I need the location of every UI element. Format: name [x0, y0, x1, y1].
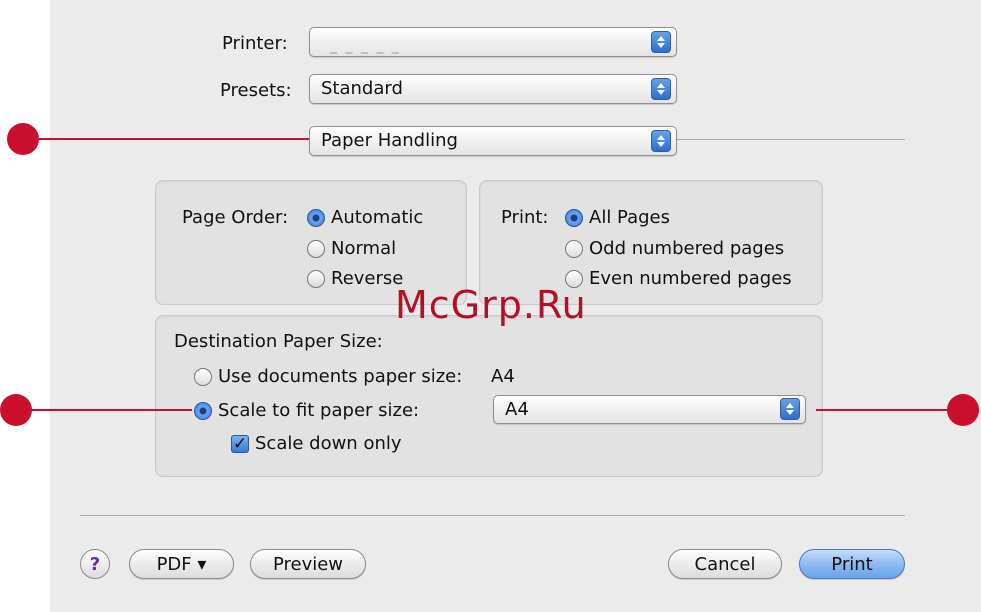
scale-to-fit-radio[interactable]: Scale to fit paper size: — [194, 400, 419, 421]
radio-label: Scale to fit paper size: — [218, 400, 420, 421]
scale-down-only-checkbox[interactable]: ✓ Scale down only — [231, 433, 402, 454]
panel-selector-value: Paper Handling — [321, 130, 458, 151]
print-even-pages-radio[interactable]: Even numbered pages — [565, 268, 792, 289]
preview-button-label: Preview — [272, 553, 344, 575]
panel-divider-line — [677, 139, 905, 140]
presets-label: Presets: — [220, 80, 292, 101]
radio-label: Odd numbered pages — [589, 238, 785, 259]
radio-selected-icon — [565, 208, 583, 227]
page-order-automatic-radio[interactable]: Automatic — [307, 207, 423, 228]
radio-selected-icon — [307, 208, 325, 227]
cancel-button-label: Cancel — [694, 553, 756, 575]
callout-line-left-bottom — [22, 409, 192, 411]
printer-popup[interactable]: _ _ _ _ _ — [309, 27, 677, 57]
print-all-pages-radio[interactable]: All Pages — [565, 207, 670, 228]
radio-label: Use documents paper size: — [218, 366, 463, 387]
radio-icon — [565, 239, 583, 258]
radio-label: Normal — [331, 238, 397, 259]
radio-label: Automatic — [331, 207, 424, 228]
pdf-button-label: PDF ▾ — [156, 553, 207, 575]
callout-dot-right — [947, 394, 979, 426]
cancel-button[interactable]: Cancel — [668, 549, 782, 579]
callout-line-left-top — [30, 138, 309, 140]
popup-arrows-icon — [651, 78, 671, 100]
use-documents-paper-size-value: A4 — [491, 366, 515, 387]
callout-line-right — [816, 409, 956, 411]
scale-paper-size-value: A4 — [505, 399, 529, 420]
popup-arrows-icon — [651, 130, 671, 152]
print-button[interactable]: Print — [799, 549, 905, 579]
radio-icon — [307, 269, 325, 288]
printer-redacted-value: _ _ _ _ _ — [330, 38, 401, 54]
radio-label: Even numbered pages — [589, 268, 792, 289]
pdf-menu-button[interactable]: PDF ▾ — [129, 549, 234, 579]
radio-label: All Pages — [589, 207, 670, 228]
scale-paper-size-popup[interactable]: A4 — [493, 395, 806, 424]
radio-selected-icon — [194, 401, 212, 420]
print-button-label: Print — [831, 553, 873, 575]
help-button[interactable]: ? — [80, 549, 110, 579]
bottom-separator — [80, 515, 905, 516]
watermark-text: McGrp.Ru — [395, 283, 587, 327]
presets-popup[interactable]: Standard — [309, 74, 677, 104]
popup-arrows-icon — [780, 398, 800, 420]
print-pages-label: Print: — [501, 207, 549, 228]
page-order-reverse-radio[interactable]: Reverse — [307, 268, 403, 289]
popup-arrows-icon — [651, 31, 671, 53]
page-order-normal-radio[interactable]: Normal — [307, 238, 396, 259]
use-documents-paper-size-radio[interactable]: Use documents paper size: — [194, 366, 462, 387]
help-icon: ? — [89, 553, 101, 575]
print-odd-pages-radio[interactable]: Odd numbered pages — [565, 238, 784, 259]
radio-icon — [194, 367, 212, 386]
panel-selector-popup[interactable]: Paper Handling — [309, 126, 677, 156]
printer-label: Printer: — [222, 33, 288, 54]
radio-icon — [307, 239, 325, 258]
destination-paper-size-label: Destination Paper Size: — [174, 331, 383, 352]
radio-label: Reverse — [331, 268, 404, 289]
checkbox-label: Scale down only — [255, 433, 402, 454]
preview-button[interactable]: Preview — [250, 549, 366, 579]
page-order-label: Page Order: — [182, 207, 289, 228]
checkmark-icon: ✓ — [231, 433, 249, 454]
presets-value: Standard — [321, 78, 403, 99]
